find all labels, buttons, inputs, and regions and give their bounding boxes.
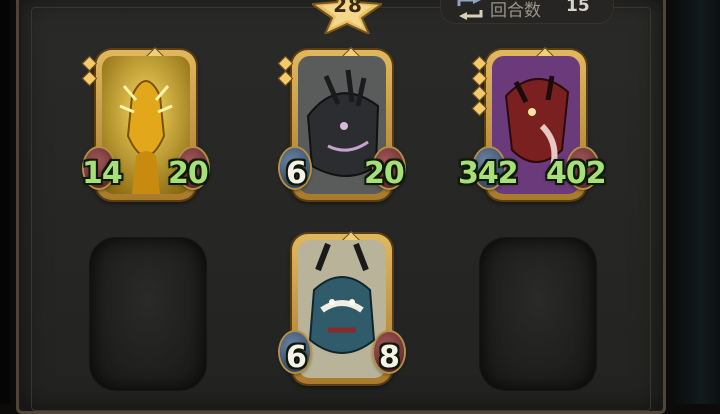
card-horned-demon[interactable]: 6 8 xyxy=(280,228,404,390)
round-label: 回合数 xyxy=(490,1,541,21)
pip-icon xyxy=(471,100,488,117)
attack-value: 14 xyxy=(82,156,123,191)
attack-value: 6 xyxy=(286,340,307,375)
empty-slot-right[interactable] xyxy=(480,238,596,390)
swap-arrows-icon xyxy=(457,0,483,20)
horned-demon-art xyxy=(298,240,386,378)
card-crimson-serpent[interactable]: 342 402 xyxy=(458,44,607,206)
pip-icon xyxy=(277,55,294,72)
health-value: 402 xyxy=(546,156,607,191)
pip-icon xyxy=(471,70,488,87)
pip-icon xyxy=(471,85,488,102)
round-value: 15 xyxy=(566,0,590,16)
star-pips xyxy=(277,55,294,88)
health-value: 8 xyxy=(379,340,400,375)
pip-icon xyxy=(81,55,98,72)
pip-icon xyxy=(277,70,294,87)
card-golden-dragon[interactable]: 14 20 xyxy=(81,44,209,206)
attack-value: 342 xyxy=(458,156,519,191)
empty-slot-left[interactable] xyxy=(90,238,206,390)
background-edge xyxy=(674,0,720,404)
pip-icon xyxy=(81,70,98,87)
star-pips xyxy=(81,55,98,88)
card-grey-dragon[interactable]: 6 20 xyxy=(277,44,405,206)
turn-number: 28 xyxy=(333,0,363,17)
card-art xyxy=(298,240,386,378)
star-pips xyxy=(471,55,488,118)
health-value: 20 xyxy=(168,156,209,191)
pip-icon xyxy=(471,55,488,72)
health-value: 20 xyxy=(364,156,405,191)
left-edge xyxy=(0,0,10,404)
attack-value: 6 xyxy=(286,156,307,191)
